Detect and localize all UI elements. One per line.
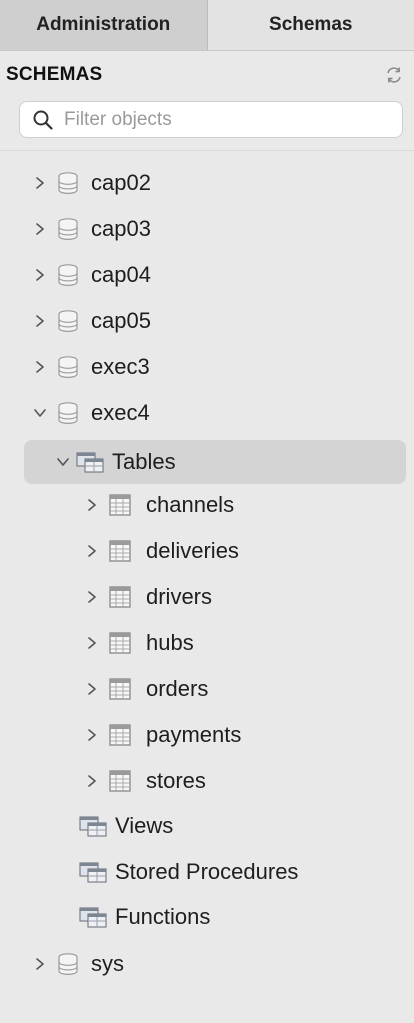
database-icon: [57, 401, 79, 425]
chevron-right-icon[interactable]: [33, 314, 47, 328]
table-row-payments[interactable]: payments: [0, 715, 414, 755]
tab-schemas-label: Schemas: [269, 14, 353, 35]
table-icon: [109, 770, 131, 792]
schema-label: cap05: [91, 308, 151, 333]
schema-row-cap04[interactable]: cap04: [0, 255, 414, 295]
stored-procedures-folder-row[interactable]: Stored Procedures: [0, 852, 414, 892]
table-icon: [109, 586, 131, 608]
database-icon: [57, 263, 79, 287]
database-icon: [57, 952, 79, 976]
views-label: Views: [115, 813, 174, 838]
chevron-right-icon[interactable]: [85, 682, 99, 696]
table-label: orders: [146, 676, 209, 701]
schema-row-exec4[interactable]: exec4: [0, 393, 414, 433]
chevron-right-icon[interactable]: [85, 728, 99, 742]
schema-label: cap02: [91, 170, 151, 195]
chevron-right-icon[interactable]: [85, 544, 99, 558]
schema-row-exec3[interactable]: exec3: [0, 347, 414, 387]
table-label: deliveries: [146, 538, 239, 563]
chevron-right-icon[interactable]: [33, 222, 47, 236]
filter-search-box[interactable]: [19, 101, 403, 138]
schema-row-cap05[interactable]: cap05: [0, 301, 414, 341]
schema-label: cap04: [91, 262, 151, 287]
tables-folder-row[interactable]: Tables: [24, 440, 406, 484]
table-label: stores: [146, 768, 206, 793]
table-label: payments: [146, 722, 242, 747]
chevron-right-icon[interactable]: [33, 268, 47, 282]
chevron-right-icon[interactable]: [33, 957, 47, 971]
chevron-right-icon[interactable]: [33, 360, 47, 374]
filter-objects-input[interactable]: [64, 108, 364, 131]
table-icon: [109, 724, 131, 746]
schema-row-sys[interactable]: sys: [0, 944, 414, 984]
folder-icon: [79, 860, 109, 884]
table-label: channels: [146, 492, 235, 517]
folder-icon: [76, 450, 106, 474]
schema-row-cap02[interactable]: cap02: [0, 163, 414, 203]
schemas-title: SCHEMAS: [6, 64, 103, 85]
database-icon: [57, 309, 79, 333]
schema-label: exec4: [91, 400, 150, 425]
table-label: drivers: [146, 584, 213, 609]
table-label: hubs: [146, 630, 194, 655]
schema-label: cap03: [91, 216, 151, 241]
table-icon: [109, 540, 131, 562]
search-icon: [33, 110, 53, 130]
chevron-right-icon[interactable]: [33, 176, 47, 190]
schemas-header: SCHEMAS: [6, 60, 406, 90]
table-row-orders[interactable]: orders: [0, 669, 414, 709]
table-icon: [109, 632, 131, 654]
schema-label: exec3: [91, 354, 150, 379]
table-row-channels[interactable]: channels: [0, 485, 414, 525]
divider: [0, 150, 414, 151]
stored-procedures-label: Stored Procedures: [115, 859, 299, 884]
chevron-down-icon[interactable]: [33, 406, 47, 420]
table-icon: [109, 678, 131, 700]
tab-administration[interactable]: Administration: [0, 0, 208, 50]
table-icon: [109, 494, 131, 516]
refresh-icon[interactable]: [384, 65, 404, 85]
table-row-deliveries[interactable]: deliveries: [0, 531, 414, 571]
functions-label: Functions: [115, 904, 211, 929]
schema-label: sys: [91, 951, 124, 976]
tab-administration-label: Administration: [36, 14, 171, 35]
database-icon: [57, 217, 79, 241]
folder-icon: [79, 905, 109, 929]
tables-label: Tables: [112, 449, 176, 474]
chevron-right-icon[interactable]: [85, 636, 99, 650]
chevron-right-icon[interactable]: [85, 774, 99, 788]
chevron-right-icon[interactable]: [85, 590, 99, 604]
database-icon: [57, 171, 79, 195]
views-folder-row[interactable]: Views: [0, 806, 414, 846]
tab-schemas[interactable]: Schemas: [207, 0, 414, 50]
chevron-right-icon[interactable]: [85, 498, 99, 512]
folder-icon: [79, 814, 109, 838]
chevron-down-icon[interactable]: [56, 455, 70, 469]
functions-folder-row[interactable]: Functions: [0, 897, 414, 937]
tab-bar: Administration Schemas: [0, 0, 414, 51]
table-row-drivers[interactable]: drivers: [0, 577, 414, 617]
table-row-stores[interactable]: stores: [0, 761, 414, 801]
schema-row-cap03[interactable]: cap03: [0, 209, 414, 249]
database-icon: [57, 355, 79, 379]
table-row-hubs[interactable]: hubs: [0, 623, 414, 663]
